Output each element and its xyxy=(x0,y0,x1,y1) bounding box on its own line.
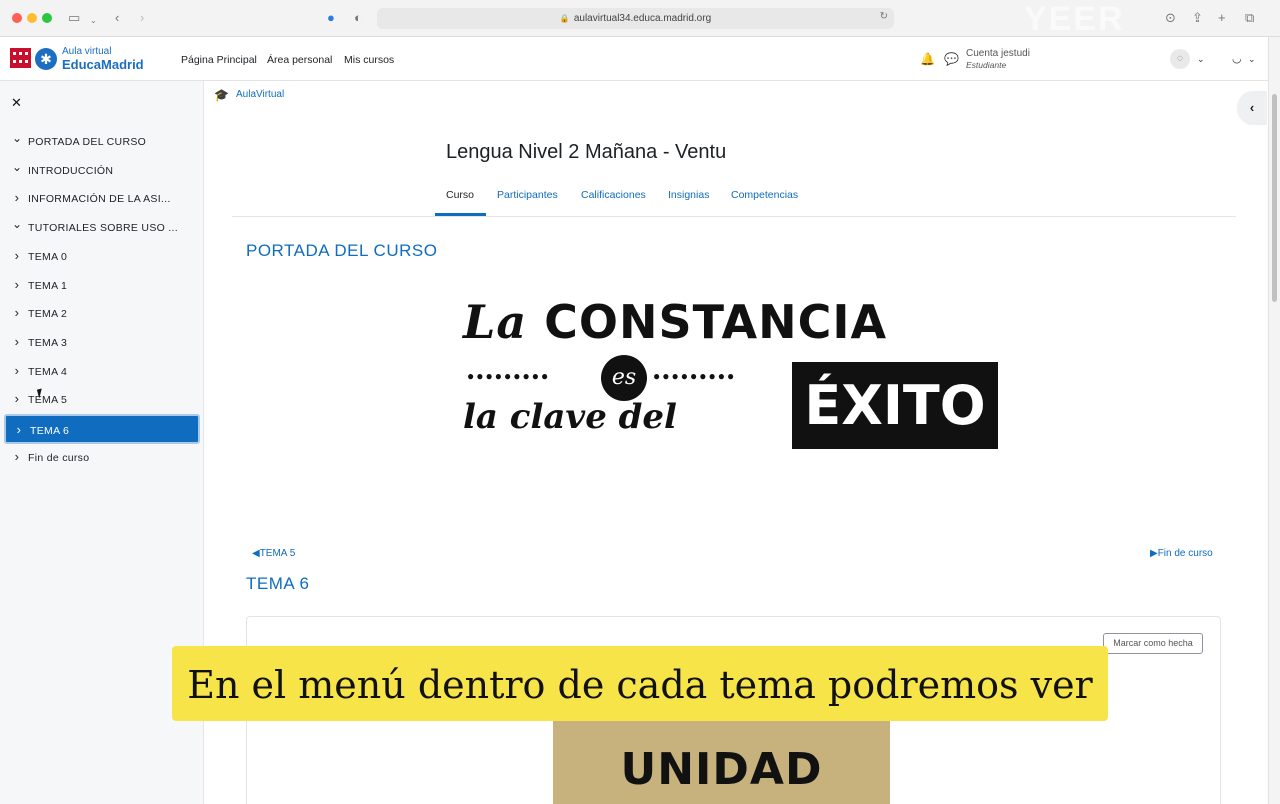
sidebar-section-label: TUTORIALES SOBRE USO ... xyxy=(28,222,178,235)
user-role: Estudiante xyxy=(966,60,1007,70)
chevron-right-icon[interactable]: › xyxy=(14,422,24,437)
avatar[interactable]: ◌ xyxy=(1170,49,1190,69)
page-title: Lengua Nivel 2 Mañana - Ventu xyxy=(446,141,727,163)
tab-competencias[interactable]: Competencias xyxy=(731,189,798,201)
tab-insignias[interactable]: Insignias xyxy=(668,189,709,201)
tab-calificaciones[interactable]: Calificaciones xyxy=(581,189,646,201)
reload-icon[interactable]: ↻ xyxy=(880,11,888,22)
sidebar-section-label: Fin de curso xyxy=(28,451,90,464)
sidebar-section-label: TEMA 6 xyxy=(30,425,70,437)
chevron-right-icon[interactable]: › xyxy=(12,449,22,464)
madrid-flag-logo xyxy=(10,48,31,68)
course-banner-image: La CONSTANCIA ●●●●●●●●● es ●●●●●●●●● la … xyxy=(463,295,1003,455)
banner-line1: La CONSTANCIA xyxy=(463,295,888,349)
scrollbar-thumb[interactable] xyxy=(1272,94,1277,302)
video-subtitle: En el menú dentro de cada tema podremos … xyxy=(172,646,1108,721)
chevron-right-icon[interactable]: › xyxy=(12,363,22,378)
section-title-portada: PORTADA DEL CURSO xyxy=(246,241,438,260)
chevron-right-icon[interactable]: › xyxy=(12,190,22,205)
zoom-window-button[interactable] xyxy=(42,13,52,23)
next-section-link[interactable]: ▶Fin de curso xyxy=(1150,548,1213,559)
unidad-image[interactable]: UNIDAD xyxy=(553,720,890,804)
chevron-down-icon[interactable]: ⌄ xyxy=(1197,54,1205,65)
sidebar-section-item[interactable]: ⌄ TUTORIALES SOBRE USO ... xyxy=(4,213,200,243)
sidebar-section-item[interactable]: › TEMA 2 xyxy=(4,299,200,329)
chevron-down-icon[interactable]: ⌄ xyxy=(1248,54,1256,65)
minimize-window-button[interactable] xyxy=(27,13,37,23)
address-bar[interactable]: 🔒 aulavirtual34.educa.madrid.org ↻ xyxy=(377,8,894,29)
site-navbar: ✱ Aula virtual EducaMadrid Página Princi… xyxy=(0,37,1268,81)
sidebar-section-label: TEMA 3 xyxy=(28,336,68,349)
sidebar-section-item[interactable]: › Fin de curso xyxy=(4,443,200,473)
sidebar-section-item[interactable]: › TEMA 6 xyxy=(4,414,200,444)
logo-subtitle[interactable]: Aula virtual xyxy=(62,46,111,57)
banner-dots-right: ●●●●●●●●● xyxy=(653,369,737,383)
educamadrid-globe-icon[interactable]: ✱ xyxy=(35,48,57,70)
chevron-down-icon[interactable]: ⌄ xyxy=(12,160,22,174)
back-icon[interactable]: ‹ xyxy=(115,10,119,26)
breadcrumb[interactable]: AulaVirtual xyxy=(236,89,284,100)
toggle-icon[interactable]: ◡ xyxy=(1232,52,1242,65)
triangle-right-icon: ▶ xyxy=(1150,548,1158,559)
chevron-down-icon[interactable]: ⌄ xyxy=(12,217,22,231)
page-scrollbar[interactable] xyxy=(1268,37,1280,804)
close-icon[interactable]: ✕ xyxy=(11,95,22,111)
sidebar-section-label: INTRODUCCIÓN xyxy=(28,164,114,177)
sidebar-section-item[interactable]: ⌄ PORTADA DEL CURSO xyxy=(4,127,200,157)
url-text: aulavirtual34.educa.madrid.org xyxy=(573,13,712,24)
graduation-cap-icon: 🎓 xyxy=(214,88,229,102)
sidebar-section-item[interactable]: ⌄ INTRODUCCIÓN xyxy=(4,156,200,186)
chevron-right-icon[interactable]: › xyxy=(12,248,22,263)
banner-line2: la clave del xyxy=(463,397,677,437)
chevron-right-icon[interactable]: › xyxy=(12,305,22,320)
bell-icon[interactable]: 🔔 xyxy=(920,52,935,66)
sidebar-section-item[interactable]: › TEMA 5 xyxy=(4,385,200,415)
sidebar-section-item[interactable]: › TEMA 1 xyxy=(4,271,200,301)
messages-icon[interactable]: 💬 xyxy=(944,52,959,66)
nav-link-my-courses[interactable]: Mis cursos xyxy=(344,54,394,66)
tab-participantes[interactable]: Participantes xyxy=(497,189,558,201)
sidebar-section-label: TEMA 1 xyxy=(28,279,68,292)
tabs-divider xyxy=(232,216,1236,217)
sidebar-section-label: TEMA 2 xyxy=(28,308,68,321)
sidebar-toggle-icon[interactable]: ▭ xyxy=(68,10,80,26)
banner-exito: ÉXITO xyxy=(792,362,998,449)
block-drawer-toggle-icon[interactable]: ‹ xyxy=(1237,91,1267,125)
nav-link-dashboard[interactable]: Área personal xyxy=(267,54,332,66)
browser-toolbar: ▭ ⌄ ‹ › ● ◐ 🔒 aulavirtual34.educa.madrid… xyxy=(0,0,1280,37)
unidad-label: UNIDAD xyxy=(620,744,823,795)
sidebar-section-label: INFORMACIÓN DE LA ASI... xyxy=(28,193,171,206)
triangle-left-icon: ◀ xyxy=(252,548,260,559)
section-title-tema6: TEMA 6 xyxy=(246,574,310,593)
close-window-button[interactable] xyxy=(12,13,22,23)
lock-icon: 🔒 xyxy=(559,14,570,23)
sidebar-section-item[interactable]: › INFORMACIÓN DE LA ASI... xyxy=(4,184,200,214)
chevron-right-icon[interactable]: › xyxy=(12,391,22,406)
nav-link-home[interactable]: Página Principal xyxy=(181,54,257,66)
user-name[interactable]: Cuenta jestudi xyxy=(966,48,1030,59)
sidebar-section-item[interactable]: › TEMA 3 xyxy=(4,328,200,358)
sidebar-section-item[interactable]: › TEMA 4 xyxy=(4,357,200,387)
chevron-down-icon[interactable]: ⌄ xyxy=(12,131,22,145)
banner-es-badge: es xyxy=(601,355,647,401)
sidebar-section-label: TEMA 5 xyxy=(28,394,68,407)
chevron-right-icon[interactable]: › xyxy=(12,277,22,292)
forward-icon[interactable]: › xyxy=(140,10,144,26)
banner-dots-left: ●●●●●●●●● xyxy=(467,369,551,383)
shield-icon[interactable]: ◐ xyxy=(354,10,362,26)
chevron-down-icon[interactable]: ⌄ xyxy=(90,13,97,29)
sidebar-section-label: TEMA 0 xyxy=(28,250,68,263)
watermark: YEER xyxy=(1024,4,1125,34)
privacy-icon[interactable]: ● xyxy=(327,10,335,26)
mark-done-button[interactable]: Marcar como hecha xyxy=(1103,633,1203,654)
sidebar-section-label: PORTADA DEL CURSO xyxy=(28,136,147,148)
previous-section-link[interactable]: ◀TEMA 5 xyxy=(252,548,295,559)
sidebar-section-item[interactable]: › TEMA 0 xyxy=(4,242,200,272)
tab-curso[interactable]: Curso xyxy=(446,189,474,201)
logo-title[interactable]: EducaMadrid xyxy=(62,57,144,72)
chevron-right-icon[interactable]: › xyxy=(12,334,22,349)
sidebar-section-label: TEMA 4 xyxy=(28,365,68,378)
